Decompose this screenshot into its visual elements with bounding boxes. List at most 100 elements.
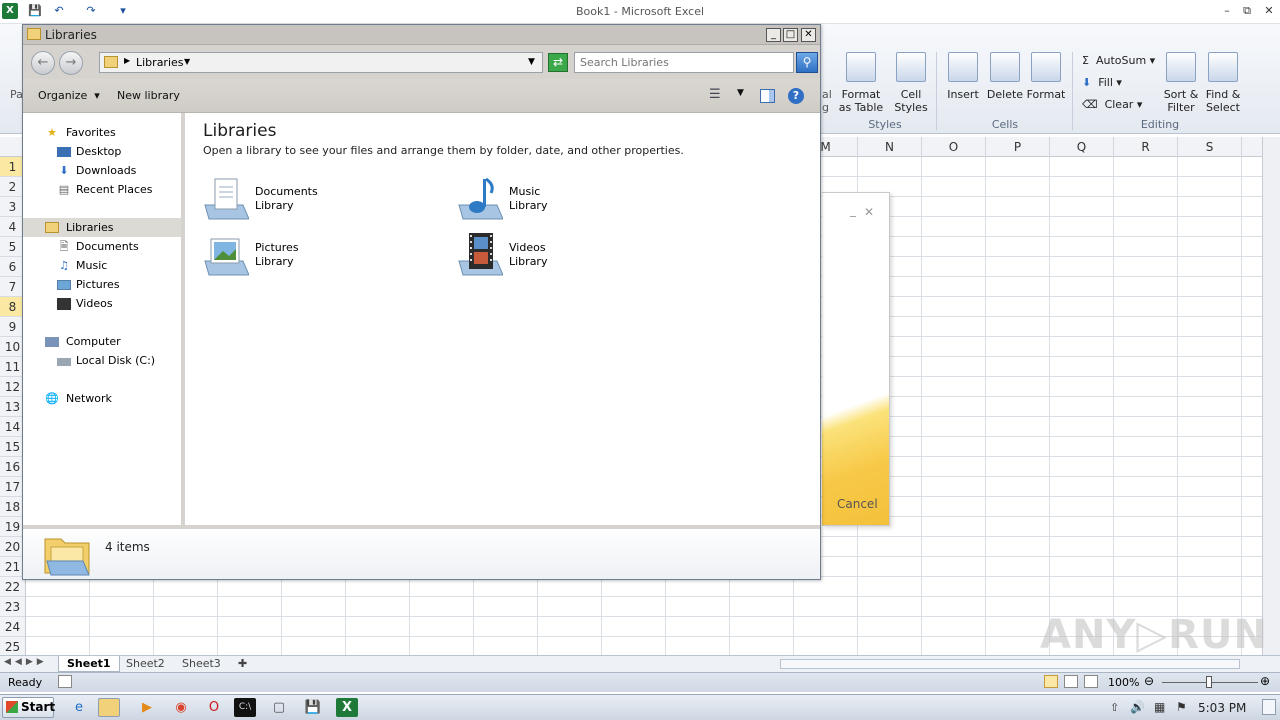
cancel-button[interactable]: Cancel (837, 497, 878, 511)
nav-local-disk[interactable]: Local Disk (C:) (23, 351, 181, 370)
nav-documents[interactable]: 🗎 Documents (23, 237, 181, 256)
explorer-taskbar-icon[interactable] (98, 698, 120, 717)
dialog-close-icon[interactable]: ✕ (864, 205, 874, 219)
help-icon[interactable]: ? (788, 88, 804, 104)
view-options-dropdown-icon[interactable]: ▼ (737, 88, 744, 98)
normal-view-icon[interactable] (1044, 675, 1058, 688)
sort-filter-label-1: Sort & (1163, 88, 1199, 101)
page-break-view-icon[interactable] (1084, 675, 1098, 688)
column-header[interactable]: P (986, 137, 1050, 157)
eraser-icon: ⌫ (1082, 98, 1098, 111)
window-icon[interactable]: ▢ (268, 698, 290, 717)
nav-recent-places[interactable]: ▤ Recent Places (23, 180, 181, 199)
zoom-in-icon[interactable]: ⊕ (1260, 674, 1270, 688)
nav-pictures[interactable]: Pictures (23, 275, 181, 294)
library-documents[interactable]: Documents Library (203, 175, 443, 225)
breadcrumb-libraries[interactable]: Libraries (136, 56, 184, 69)
nav-computer[interactable]: Computer (23, 332, 181, 351)
minimize-icon[interactable]: – (1220, 4, 1234, 18)
address-bar[interactable]: ▶ Libraries ▼ ▼ (99, 52, 543, 73)
sheet-tab[interactable]: Sheet3 (174, 656, 229, 672)
nav-computer-label: Computer (66, 335, 121, 348)
column-header[interactable]: S (1178, 137, 1242, 157)
close-icon[interactable]: ✕ (1262, 4, 1276, 18)
library-type: Library (255, 199, 294, 212)
column-header[interactable]: N (858, 137, 922, 157)
cmd-icon[interactable]: C:\ (234, 698, 256, 717)
explorer-close-icon[interactable]: ✕ (801, 28, 816, 42)
content-pane: Libraries Open a library to see your fil… (185, 113, 820, 525)
explorer-window-title: Libraries (45, 28, 97, 42)
nav-network[interactable]: 🌐 Network (23, 389, 181, 408)
nav-music-label: Music (76, 259, 108, 272)
sheet-nav-arrows-icon[interactable]: ◀◀▶▶ (4, 657, 48, 667)
horizontal-scrollbar[interactable] (780, 659, 1240, 669)
explorer-title-bar[interactable]: Libraries _ □ ✕ (23, 25, 820, 45)
format-as-table-label-1: Format (841, 88, 881, 101)
row-header[interactable]: 24 (0, 617, 25, 637)
excel-window-title: Book1 - Microsoft Excel (575, 5, 705, 18)
page-layout-view-icon[interactable] (1064, 675, 1078, 688)
new-library-button[interactable]: New library (117, 89, 180, 102)
music-library-icon (458, 177, 503, 220)
autosum-button[interactable]: Σ AutoSum ▾ (1082, 54, 1155, 67)
breadcrumb-chevron-icon[interactable]: ▶ (124, 56, 130, 65)
library-videos[interactable]: Videos Library (457, 231, 697, 281)
sheet-tab[interactable]: Sheet1 (58, 656, 120, 672)
library-music[interactable]: Music Library (457, 175, 697, 225)
nav-libraries[interactable]: Libraries (23, 218, 181, 237)
explorer-minimize-icon[interactable]: _ (766, 28, 781, 42)
tray-arrow-icon[interactable]: ⇧ (1110, 701, 1119, 714)
back-icon[interactable]: ← (31, 51, 55, 75)
nav-favorites[interactable]: ★ Favorites (23, 123, 181, 142)
nav-desktop[interactable]: Desktop (23, 142, 181, 161)
zoom-out-icon[interactable]: ⊖ (1144, 674, 1154, 688)
column-header[interactable]: Q (1050, 137, 1114, 157)
restore-icon[interactable]: ⧉ (1240, 4, 1254, 18)
insert-sheet-icon[interactable]: ✚ (230, 656, 255, 672)
nav-downloads[interactable]: ⬇ Downloads (23, 161, 181, 180)
clear-button[interactable]: ⌫ Clear ▾ (1082, 98, 1142, 111)
opera-icon[interactable]: O (203, 698, 225, 717)
explorer-maximize-icon[interactable]: □ (783, 28, 798, 42)
media-player-icon[interactable]: ▶ (136, 698, 158, 717)
preview-pane-icon[interactable] (760, 89, 775, 103)
search-input[interactable] (575, 53, 773, 72)
floppy-icon[interactable]: 💾 (302, 698, 324, 717)
macro-record-icon[interactable] (58, 675, 72, 688)
zoom-level[interactable]: 100% (1108, 676, 1139, 689)
library-pictures[interactable]: Pictures Library (203, 231, 443, 281)
change-view-icon[interactable]: ☰ (709, 87, 721, 102)
fill-button[interactable]: ⬇ Fill ▾ (1082, 76, 1122, 89)
nav-libraries-label: Libraries (66, 221, 114, 234)
column-header[interactable]: R (1114, 137, 1178, 157)
volume-icon[interactable]: 🔊 (1130, 700, 1145, 714)
network-tray-icon[interactable]: ▦ (1154, 700, 1165, 714)
search-box[interactable] (574, 52, 794, 73)
organize-button[interactable]: Organize ▾ (38, 89, 100, 102)
row-header[interactable]: 25 (0, 637, 25, 657)
navigation-pane: ★ Favorites Desktop ⬇ Downloads ▤ Recent Pl… (23, 113, 185, 525)
sheet-tab[interactable]: Sheet2 (118, 656, 173, 672)
forward-icon[interactable]: → (59, 51, 83, 75)
start-button[interactable]: Start (2, 697, 55, 718)
nav-videos[interactable]: Videos (23, 294, 181, 313)
clock[interactable]: 5:03 PM (1198, 701, 1246, 715)
row-header[interactable]: 22 (0, 577, 25, 597)
zoom-slider-thumb[interactable] (1206, 676, 1212, 688)
refresh-icon[interactable]: ⇄ (548, 53, 568, 72)
dialog-minimize-icon[interactable]: _ (850, 203, 856, 217)
column-header[interactable]: O (922, 137, 986, 157)
row-header[interactable]: 23 (0, 597, 25, 617)
excel-taskbar-icon[interactable]: X (336, 698, 358, 717)
search-icon[interactable]: ⚲ (796, 52, 818, 73)
nav-music[interactable]: ♫ Music (23, 256, 181, 275)
chrome-icon[interactable]: ◉ (170, 698, 192, 717)
action-center-flag-icon[interactable]: ⚑ (1176, 700, 1187, 714)
vertical-scrollbar[interactable] (1262, 137, 1280, 657)
ie-icon[interactable]: e (68, 698, 90, 717)
show-desktop-button[interactable] (1262, 699, 1276, 715)
breadcrumb-dropdown-icon[interactable]: ▼ (184, 57, 190, 66)
library-name: Music (509, 185, 541, 198)
address-history-dropdown-icon[interactable]: ▼ (528, 57, 535, 67)
